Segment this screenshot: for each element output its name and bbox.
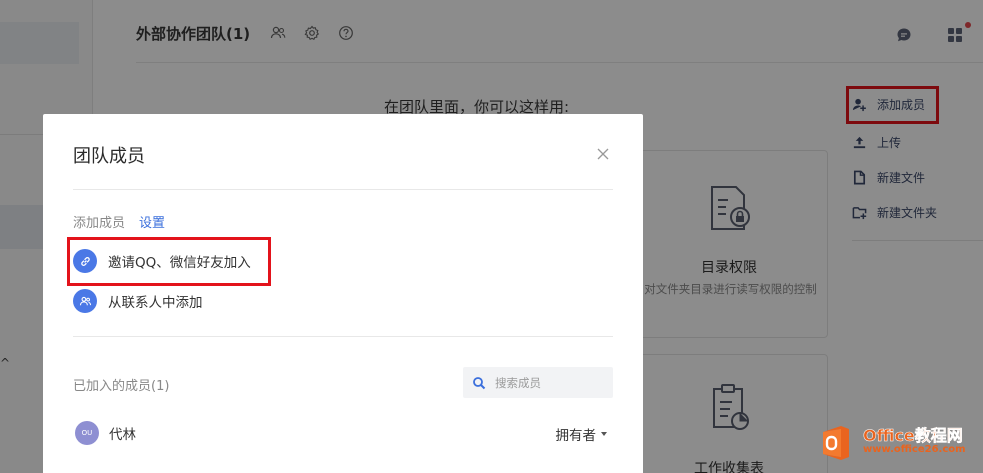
- watermark: Office教程网 www.office26.com: [815, 422, 966, 464]
- close-icon[interactable]: [593, 144, 613, 164]
- dialog-divider-2: [73, 336, 613, 337]
- dialog-title: 团队成员: [73, 146, 145, 167]
- search-icon: [473, 376, 486, 389]
- member-search-input[interactable]: [495, 375, 595, 390]
- team-members-dialog: 团队成员 添加成员 设置 邀请QQ、微信好友加入 从联系人中添加 已加入的成员(…: [43, 114, 643, 473]
- member-name: 代林: [109, 427, 136, 443]
- watermark-url: www.office26.com: [863, 444, 966, 455]
- contacts-icon: [73, 289, 97, 313]
- member-row: OU 代林 拥有者: [73, 420, 613, 446]
- add-member-section-label: 添加成员: [73, 216, 126, 231]
- caret-down-icon: [601, 432, 607, 436]
- add-from-contacts-label: 从联系人中添加: [108, 295, 203, 311]
- joined-members-label: 已加入的成员(1): [73, 379, 170, 394]
- avatar: OU: [75, 421, 99, 445]
- role-dropdown[interactable]: 拥有者: [555, 424, 607, 444]
- watermark-title: Office教程网: [863, 426, 963, 445]
- member-search-box[interactable]: [463, 367, 613, 398]
- dialog-divider: [73, 189, 613, 190]
- settings-link[interactable]: 设置: [139, 212, 165, 231]
- add-from-contacts-option[interactable]: 从联系人中添加: [73, 288, 203, 314]
- office-logo-icon: [823, 426, 849, 460]
- role-label: 拥有者: [555, 428, 597, 444]
- invite-option-highlight-box: [67, 237, 271, 286]
